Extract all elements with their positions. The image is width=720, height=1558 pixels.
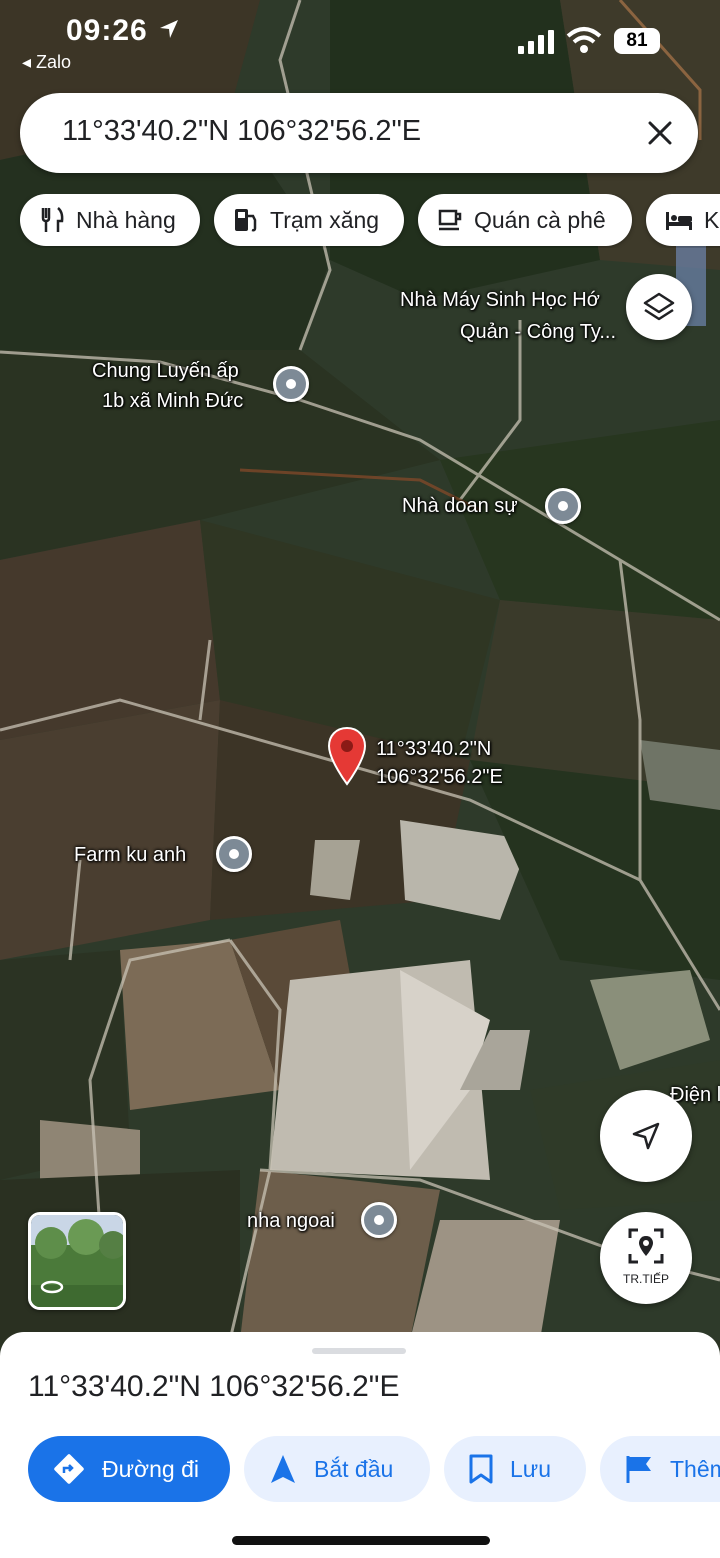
search-input[interactable]: 11°33'40.2"N 106°32'56.2"E — [62, 115, 421, 148]
pin-coord-label: 11°33'40.2"N — [376, 738, 492, 760]
chip-gas-stations[interactable]: Trạm xăng — [214, 194, 404, 246]
chip-hotels[interactable]: Kh — [646, 194, 720, 246]
chip-label: Trạm xăng — [270, 206, 380, 233]
clock: 09:26 — [66, 14, 148, 47]
fork-knife-icon — [41, 207, 64, 232]
chip-label: Quán cà phê — [474, 206, 606, 233]
place-label[interactable]: nha ngoai — [247, 1206, 335, 1236]
battery-indicator: 81 — [614, 28, 660, 54]
action-label: Lưu — [510, 1455, 551, 1482]
search-bar[interactable]: 11°33'40.2"N 106°32'56.2"E — [20, 93, 698, 173]
chip-restaurants[interactable]: Nhà hàng — [20, 194, 200, 246]
navigation-arrow-icon — [271, 1455, 295, 1483]
street-view-label: TR.TIẾP — [622, 1272, 669, 1286]
chip-coffee[interactable]: Quán cà phê — [418, 194, 632, 246]
government-building-icon[interactable] — [545, 488, 581, 524]
coffee-cup-icon — [438, 209, 462, 231]
home-indicator[interactable] — [232, 1536, 490, 1545]
place-label[interactable]: 1b xã Minh Đức — [102, 386, 243, 416]
street-view-thumbnail[interactable] — [28, 1212, 126, 1310]
place-bottom-sheet[interactable]: 11°33'40.2"N 106°32'56.2"E Đường đi Bắt … — [0, 1332, 720, 1558]
back-to-app-link[interactable]: ◂ Zalo — [22, 52, 71, 73]
poi-marker-icon[interactable] — [216, 836, 252, 872]
layers-button[interactable] — [626, 274, 692, 340]
save-button[interactable]: Lưu — [444, 1436, 586, 1502]
rotate-360-icon — [40, 1280, 64, 1294]
flag-icon — [626, 1456, 651, 1483]
category-chips: Nhà hàng Trạm xăng Quán cà phê Kh — [0, 194, 720, 248]
place-title: 11°33'40.2"N 106°32'56.2"E — [28, 1370, 400, 1403]
status-bar: 09:26 ◂ Zalo 81 — [0, 0, 720, 80]
pin-coord-label: 106°32'56.2"E — [376, 766, 503, 788]
bed-icon — [666, 212, 692, 230]
poi-marker-icon[interactable] — [273, 366, 309, 402]
place-label[interactable]: Quản - Công Ty... — [460, 317, 616, 347]
chip-label: Nhà hàng — [76, 206, 176, 233]
action-label: Bắt đầu — [314, 1455, 394, 1482]
place-label[interactable]: Nhà Máy Sinh Học Hớ — [400, 285, 600, 315]
poi-marker-icon[interactable] — [361, 1202, 397, 1238]
action-label: Thêm — [670, 1455, 720, 1482]
chip-label: Kh — [704, 206, 720, 233]
my-location-button[interactable] — [600, 1090, 692, 1182]
action-buttons: Đường đi Bắt đầu Lưu Thêm — [0, 1436, 720, 1506]
close-icon[interactable] — [640, 113, 680, 153]
more-button[interactable]: Thêm — [600, 1436, 720, 1502]
place-label[interactable]: Nhà doan sự — [402, 491, 518, 521]
street-view-button[interactable]: TR.TIẾP — [600, 1212, 692, 1304]
drag-handle[interactable] — [312, 1348, 406, 1354]
street-view-icon — [628, 1228, 664, 1264]
bookmark-icon — [469, 1454, 493, 1484]
layers-icon — [643, 292, 675, 321]
place-label[interactable]: Farm ku anh — [74, 840, 186, 870]
directions-icon — [54, 1454, 84, 1484]
action-label: Đường đi — [102, 1455, 199, 1482]
gas-station-icon — [235, 209, 257, 232]
place-label[interactable]: Chung Luyến ấp — [92, 356, 239, 386]
start-button[interactable]: Bắt đầu — [244, 1436, 430, 1502]
directions-button[interactable]: Đường đi — [28, 1436, 230, 1502]
navigation-arrow-icon — [632, 1122, 660, 1150]
wifi-icon — [566, 27, 602, 53]
location-arrow-icon — [160, 20, 178, 38]
dropped-pin-icon[interactable] — [326, 726, 368, 788]
cellular-signal-icon — [518, 30, 554, 54]
